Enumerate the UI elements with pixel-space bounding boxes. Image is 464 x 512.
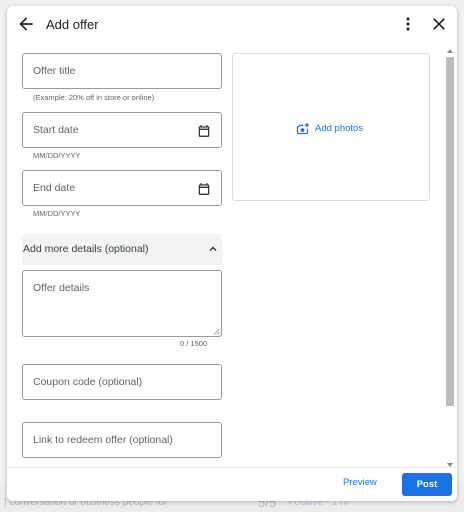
start-date-hint: MM/DD/YYYY xyxy=(33,151,81,160)
dialog-title: Add offer xyxy=(46,17,99,32)
dialog-footer: Preview Post xyxy=(7,467,457,501)
end-date-hint: MM/DD/YYYY xyxy=(33,209,81,218)
offer-title-input[interactable] xyxy=(23,54,221,88)
start-date-field xyxy=(22,112,222,148)
chevron-up-icon xyxy=(206,242,220,256)
add-photos-label: Add photos xyxy=(315,123,364,134)
more-vert-icon[interactable] xyxy=(398,14,418,34)
coupon-code-input[interactable] xyxy=(23,365,221,399)
add-offer-dialog: Add offer (Example: 20% off in store or … xyxy=(7,6,457,501)
more-details-toggle[interactable]: Add more details (optional) xyxy=(22,234,222,265)
more-details-label: Add more details (optional) xyxy=(23,243,149,255)
offer-title-field xyxy=(22,53,222,89)
redeem-link-field xyxy=(22,422,222,458)
close-icon[interactable] xyxy=(429,14,449,34)
scrollbar[interactable] xyxy=(446,49,455,467)
offer-title-hint: (Example: 20% off in store or online) xyxy=(33,93,155,102)
preview-button[interactable]: Preview xyxy=(343,477,377,488)
offer-details-field xyxy=(22,270,222,337)
start-date-input[interactable] xyxy=(23,113,221,147)
dialog-header: Add offer xyxy=(7,6,457,44)
photo-upload-area[interactable]: Add photos xyxy=(232,53,430,201)
redeem-link-input[interactable] xyxy=(23,423,221,457)
scroll-up-arrow-icon[interactable] xyxy=(447,49,453,53)
offer-details-counter: 0 / 1500 xyxy=(180,339,208,348)
coupon-code-field xyxy=(22,364,222,400)
end-date-input[interactable] xyxy=(23,171,221,205)
end-date-field xyxy=(22,170,222,206)
resize-grip-icon[interactable] xyxy=(213,328,220,335)
offer-details-textarea[interactable] xyxy=(23,271,221,336)
add-photo-icon xyxy=(296,122,310,135)
back-icon[interactable] xyxy=(16,14,36,34)
post-button[interactable]: Post xyxy=(402,473,452,496)
add-photos-button[interactable]: Add photos xyxy=(295,121,363,136)
calendar-icon[interactable] xyxy=(197,182,211,196)
calendar-icon[interactable] xyxy=(197,124,211,138)
scrollbar-thumb[interactable] xyxy=(446,57,454,406)
